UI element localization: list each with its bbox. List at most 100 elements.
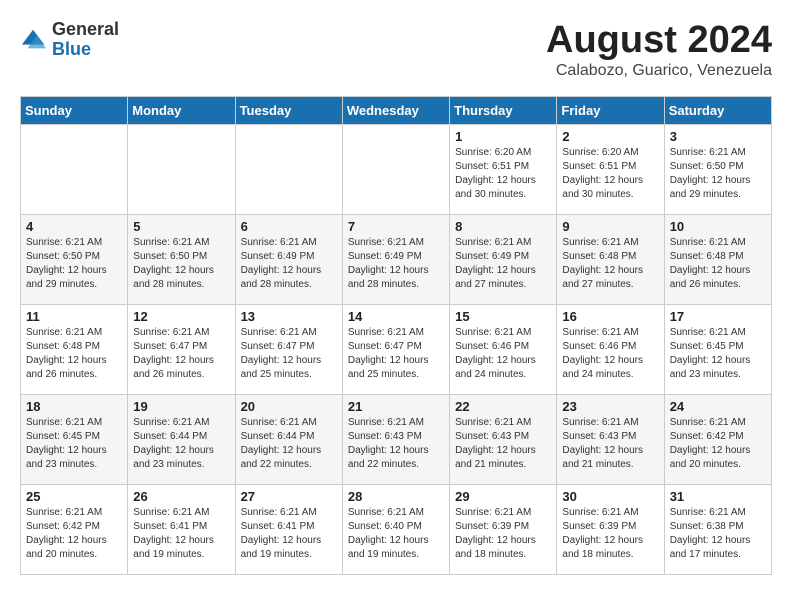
day-cell: 2 Sunrise: 6:20 AM Sunset: 6:51 PM Daylig… bbox=[557, 124, 664, 214]
week-row-4: 18 Sunrise: 6:21 AM Sunset: 6:45 PM Dayli… bbox=[21, 394, 772, 484]
location-subtitle: Calabozo, Guarico, Venezuela bbox=[546, 62, 772, 80]
day-number: 2 bbox=[562, 129, 658, 144]
day-info: Sunrise: 6:21 AM Sunset: 6:50 PM Dayligh… bbox=[26, 236, 122, 292]
logo-icon bbox=[20, 26, 48, 54]
day-cell: 29Sunrise: 6:21 AM Sunset: 6:39 PM Dayli… bbox=[450, 484, 557, 574]
day-info: Sunrise: 6:21 AM Sunset: 6:43 PM Dayligh… bbox=[455, 416, 551, 472]
logo-text: General Blue bbox=[52, 20, 119, 60]
day-number: 9 bbox=[562, 219, 658, 234]
day-info: Sunrise: 6:21 AM Sunset: 6:40 PM Dayligh… bbox=[348, 506, 444, 562]
day-number: 21 bbox=[348, 399, 444, 414]
logo-blue: Blue bbox=[52, 40, 119, 60]
day-number: 18 bbox=[26, 399, 122, 414]
day-info: Sunrise: 6:21 AM Sunset: 6:48 PM Dayligh… bbox=[26, 326, 122, 382]
day-cell: 3Sunrise: 6:21 AM Sunset: 6:50 PM Daylig… bbox=[664, 124, 771, 214]
day-cell: 11 Sunrise: 6:21 AM Sunset: 6:48 PM Dayli… bbox=[21, 304, 128, 394]
day-cell: 9 Sunrise: 6:21 AM Sunset: 6:48 PM Daylig… bbox=[557, 214, 664, 304]
day-number: 1 bbox=[455, 129, 551, 144]
day-cell: 14Sunrise: 6:21 AM Sunset: 6:47 PM Dayli… bbox=[342, 304, 449, 394]
week-row-3: 11 Sunrise: 6:21 AM Sunset: 6:48 PM Dayli… bbox=[21, 304, 772, 394]
day-cell: 27Sunrise: 6:21 AM Sunset: 6:41 PM Dayli… bbox=[235, 484, 342, 574]
day-info: Sunrise: 6:20 AM Sunset: 6:51 PM Dayligh… bbox=[562, 146, 658, 202]
day-number: 3 bbox=[670, 129, 766, 144]
day-cell bbox=[21, 124, 128, 214]
day-cell: 24 Sunrise: 6:21 AM Sunset: 6:42 PM Dayli… bbox=[664, 394, 771, 484]
header-monday: Monday bbox=[128, 96, 235, 124]
day-number: 8 bbox=[455, 219, 551, 234]
day-cell: 12Sunrise: 6:21 AM Sunset: 6:47 PM Dayli… bbox=[128, 304, 235, 394]
day-cell: 21 Sunrise: 6:21 AM Sunset: 6:43 PM Dayli… bbox=[342, 394, 449, 484]
day-number: 10 bbox=[670, 219, 766, 234]
day-info: Sunrise: 6:21 AM Sunset: 6:43 PM Dayligh… bbox=[562, 416, 658, 472]
logo: General Blue bbox=[20, 20, 119, 60]
day-info: Sunrise: 6:21 AM Sunset: 6:48 PM Dayligh… bbox=[562, 236, 658, 292]
day-cell: 16Sunrise: 6:21 AM Sunset: 6:46 PM Dayli… bbox=[557, 304, 664, 394]
day-number: 31 bbox=[670, 489, 766, 504]
day-cell: 30 Sunrise: 6:21 AM Sunset: 6:39 PM Dayli… bbox=[557, 484, 664, 574]
day-cell bbox=[342, 124, 449, 214]
day-cell: 20Sunrise: 6:21 AM Sunset: 6:44 PM Dayli… bbox=[235, 394, 342, 484]
calendar-table: SundayMondayTuesdayWednesdayThursdayFrid… bbox=[20, 96, 772, 575]
day-cell: 10Sunrise: 6:21 AM Sunset: 6:48 PM Dayli… bbox=[664, 214, 771, 304]
day-info: Sunrise: 6:21 AM Sunset: 6:47 PM Dayligh… bbox=[348, 326, 444, 382]
day-cell bbox=[235, 124, 342, 214]
day-cell bbox=[128, 124, 235, 214]
page-header: General Blue August 2024 Calabozo, Guari… bbox=[20, 20, 772, 80]
day-cell: 13Sunrise: 6:21 AM Sunset: 6:47 PM Dayli… bbox=[235, 304, 342, 394]
day-info: Sunrise: 6:21 AM Sunset: 6:50 PM Dayligh… bbox=[133, 236, 229, 292]
day-info: Sunrise: 6:21 AM Sunset: 6:45 PM Dayligh… bbox=[26, 416, 122, 472]
day-cell: 1 Sunrise: 6:20 AM Sunset: 6:51 PM Daylig… bbox=[450, 124, 557, 214]
header-friday: Friday bbox=[557, 96, 664, 124]
day-number: 15 bbox=[455, 309, 551, 324]
day-info: Sunrise: 6:21 AM Sunset: 6:39 PM Dayligh… bbox=[562, 506, 658, 562]
day-cell: 17Sunrise: 6:21 AM Sunset: 6:45 PM Dayli… bbox=[664, 304, 771, 394]
day-cell: 28Sunrise: 6:21 AM Sunset: 6:40 PM Dayli… bbox=[342, 484, 449, 574]
header-tuesday: Tuesday bbox=[235, 96, 342, 124]
day-cell: 31 Sunrise: 6:21 AM Sunset: 6:38 PM Dayli… bbox=[664, 484, 771, 574]
day-cell: 23 Sunrise: 6:21 AM Sunset: 6:43 PM Dayli… bbox=[557, 394, 664, 484]
day-info: Sunrise: 6:21 AM Sunset: 6:41 PM Dayligh… bbox=[133, 506, 229, 562]
day-number: 11 bbox=[26, 309, 122, 324]
day-number: 30 bbox=[562, 489, 658, 504]
day-info: Sunrise: 6:20 AM Sunset: 6:51 PM Dayligh… bbox=[455, 146, 551, 202]
day-info: Sunrise: 6:21 AM Sunset: 6:49 PM Dayligh… bbox=[455, 236, 551, 292]
day-info: Sunrise: 6:21 AM Sunset: 6:43 PM Dayligh… bbox=[348, 416, 444, 472]
day-cell: 4Sunrise: 6:21 AM Sunset: 6:50 PM Daylig… bbox=[21, 214, 128, 304]
header-thursday: Thursday bbox=[450, 96, 557, 124]
day-number: 20 bbox=[241, 399, 337, 414]
logo-general: General bbox=[52, 20, 119, 40]
day-cell: 22 Sunrise: 6:21 AM Sunset: 6:43 PM Dayli… bbox=[450, 394, 557, 484]
calendar-body: 1 Sunrise: 6:20 AM Sunset: 6:51 PM Daylig… bbox=[21, 124, 772, 574]
day-number: 5 bbox=[133, 219, 229, 234]
header-row: SundayMondayTuesdayWednesdayThursdayFrid… bbox=[21, 96, 772, 124]
title-block: August 2024 Calabozo, Guarico, Venezuela bbox=[546, 20, 772, 80]
day-number: 16 bbox=[562, 309, 658, 324]
day-number: 19 bbox=[133, 399, 229, 414]
day-number: 25 bbox=[26, 489, 122, 504]
day-cell: 6 Sunrise: 6:21 AM Sunset: 6:49 PM Daylig… bbox=[235, 214, 342, 304]
header-wednesday: Wednesday bbox=[342, 96, 449, 124]
month-title: August 2024 bbox=[546, 20, 772, 62]
day-info: Sunrise: 6:21 AM Sunset: 6:49 PM Dayligh… bbox=[348, 236, 444, 292]
week-row-2: 4Sunrise: 6:21 AM Sunset: 6:50 PM Daylig… bbox=[21, 214, 772, 304]
day-cell: 25Sunrise: 6:21 AM Sunset: 6:42 PM Dayli… bbox=[21, 484, 128, 574]
day-number: 7 bbox=[348, 219, 444, 234]
day-info: Sunrise: 6:21 AM Sunset: 6:45 PM Dayligh… bbox=[670, 326, 766, 382]
week-row-1: 1 Sunrise: 6:20 AM Sunset: 6:51 PM Daylig… bbox=[21, 124, 772, 214]
day-info: Sunrise: 6:21 AM Sunset: 6:42 PM Dayligh… bbox=[670, 416, 766, 472]
day-cell: 18 Sunrise: 6:21 AM Sunset: 6:45 PM Dayli… bbox=[21, 394, 128, 484]
day-number: 29 bbox=[455, 489, 551, 504]
day-number: 22 bbox=[455, 399, 551, 414]
header-saturday: Saturday bbox=[664, 96, 771, 124]
day-number: 6 bbox=[241, 219, 337, 234]
day-info: Sunrise: 6:21 AM Sunset: 6:46 PM Dayligh… bbox=[455, 326, 551, 382]
day-number: 23 bbox=[562, 399, 658, 414]
day-cell: 26Sunrise: 6:21 AM Sunset: 6:41 PM Dayli… bbox=[128, 484, 235, 574]
day-cell: 7 Sunrise: 6:21 AM Sunset: 6:49 PM Daylig… bbox=[342, 214, 449, 304]
day-info: Sunrise: 6:21 AM Sunset: 6:49 PM Dayligh… bbox=[241, 236, 337, 292]
calendar-header: SundayMondayTuesdayWednesdayThursdayFrid… bbox=[21, 96, 772, 124]
day-number: 13 bbox=[241, 309, 337, 324]
day-number: 24 bbox=[670, 399, 766, 414]
day-info: Sunrise: 6:21 AM Sunset: 6:38 PM Dayligh… bbox=[670, 506, 766, 562]
day-cell: 19Sunrise: 6:21 AM Sunset: 6:44 PM Dayli… bbox=[128, 394, 235, 484]
